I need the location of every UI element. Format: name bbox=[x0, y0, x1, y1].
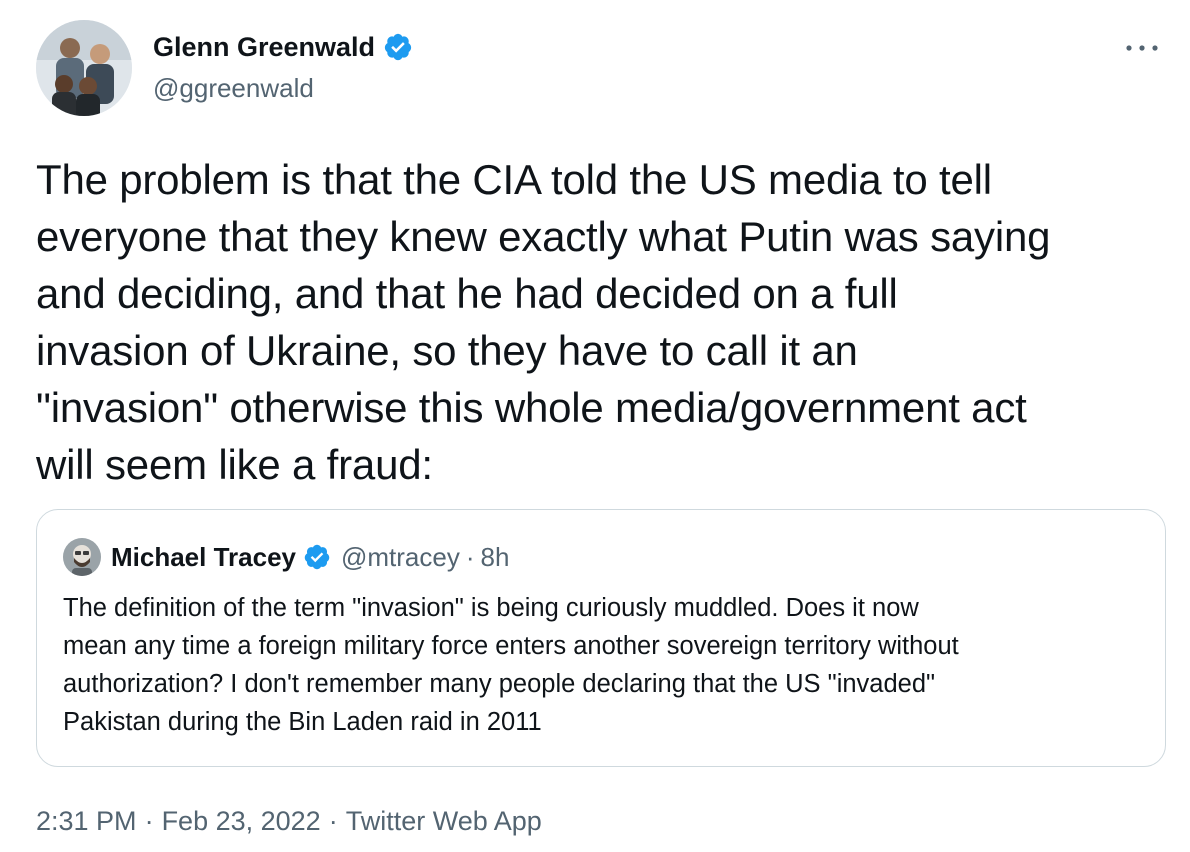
quoted-tweet-text: The definition of the term "invasion" is… bbox=[63, 594, 959, 736]
quoted-meta-separator: · bbox=[465, 541, 475, 572]
tweet-timestamp-link[interactable]: 2:31 PM · Feb 23, 2022 bbox=[36, 806, 321, 836]
more-options-button[interactable] bbox=[1124, 36, 1160, 60]
author-name[interactable]: Glenn Greenwald bbox=[153, 31, 413, 63]
tweet-text: The problem is that the CIA told the US … bbox=[36, 156, 1051, 488]
quoted-author-avatar-photo-icon bbox=[63, 538, 101, 576]
meta-separator: · bbox=[328, 806, 338, 836]
author-avatar-photo-icon bbox=[36, 20, 132, 116]
tweet-metadata: 2:31 PM · Feb 23, 2022 · Twitter Web App bbox=[36, 803, 542, 839]
author-handle[interactable]: @ggreenwald bbox=[153, 73, 314, 103]
quoted-author-avatar[interactable] bbox=[63, 538, 101, 576]
meta-separator: · bbox=[144, 806, 154, 836]
author-name-text[interactable]: Glenn Greenwald bbox=[153, 31, 375, 63]
tweet-source-link[interactable]: Twitter Web App bbox=[346, 806, 542, 836]
quoted-author-handle[interactable]: @mtracey bbox=[341, 542, 460, 573]
tweet-card: Glenn Greenwald @ggreenwald The problem … bbox=[0, 0, 1190, 852]
tweet-time: 2:31 PM bbox=[36, 806, 137, 836]
more-options-icon bbox=[1126, 45, 1158, 51]
quoted-tweet-time[interactable]: 8h bbox=[481, 542, 510, 573]
quoted-tweet-header: Michael Tracey @mtracey · 8h bbox=[63, 537, 509, 577]
author-avatar[interactable] bbox=[36, 20, 132, 116]
quoted-verified-badge-icon bbox=[303, 543, 331, 571]
quoted-author-name[interactable]: Michael Tracey bbox=[111, 542, 296, 573]
tweet-date: Feb 23, 2022 bbox=[161, 806, 321, 836]
quoted-tweet-card[interactable]: Michael Tracey @mtracey · 8h The definit… bbox=[36, 509, 1166, 767]
verified-badge-icon bbox=[383, 32, 413, 62]
